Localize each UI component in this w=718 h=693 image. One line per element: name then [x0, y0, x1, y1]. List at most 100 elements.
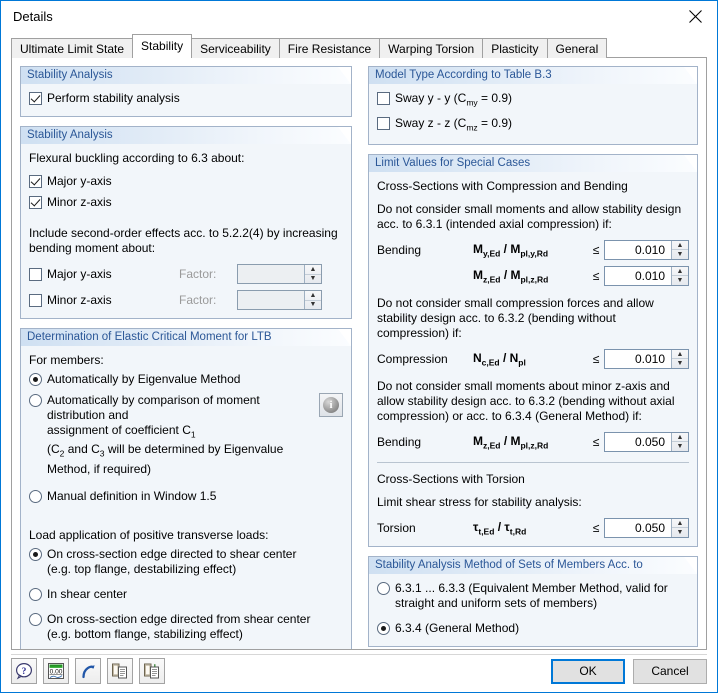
radio-general-method[interactable]: 6.3.4 (General Method) — [377, 621, 519, 636]
checkbox-sway-y-y[interactable]: Sway y - y (Cmy = 0.9) — [377, 91, 512, 110]
c2-pre: (C — [47, 442, 60, 457]
tab-fire-resistance[interactable]: Fire Resistance — [278, 38, 381, 58]
spinner-up-icon[interactable]: ▲ — [305, 291, 321, 301]
tab-general[interactable]: General — [546, 38, 608, 58]
group-body: For members: Automatically by Eigenvalue… — [21, 346, 351, 649]
ok-button[interactable]: OK — [551, 658, 625, 684]
tab-serviceability[interactable]: Serviceability — [191, 38, 280, 58]
dialog-footer: ? 0.00 OK Cancel — [1, 650, 717, 692]
close-button[interactable] — [673, 2, 717, 31]
title-bar: Details — [1, 1, 717, 31]
checkbox-major-y-axis[interactable]: Major y-axis — [29, 174, 112, 189]
checkbox-box — [377, 92, 390, 105]
checkbox-label: Sway y - y (Cmy = 0.9) — [395, 91, 512, 110]
radio-auto-eigenvalue-method[interactable]: Automatically by Eigenvalue Method — [29, 372, 240, 387]
radio-circle — [29, 394, 42, 407]
svg-text:?: ? — [22, 667, 27, 677]
checkbox-label: Perform stability analysis — [47, 91, 180, 105]
radio-label: Automatically by Eigenvalue Method — [47, 372, 241, 386]
spinner-buttons[interactable]: ▲ ▼ — [671, 518, 688, 537]
group-body: Cross-Sections with Compression and Bend… — [369, 172, 697, 546]
checkbox-second-order-minor-z[interactable]: Minor z-axis — [29, 293, 179, 308]
info-icon: i — [323, 397, 339, 413]
radio-auto-comparison-moment-distribution[interactable]: Automatically by comparison of moment di… — [29, 393, 319, 477]
spinner-up-icon[interactable]: ▲ — [672, 241, 688, 251]
input-torsion-limit[interactable] — [605, 518, 671, 537]
radio-load-on-edge-from-shear-center[interactable]: On cross-section edge directed from shea… — [29, 612, 310, 642]
input-mz-ed-limit-2[interactable] — [605, 432, 671, 451]
radio-manual-definition-window-1-5[interactable]: Manual definition in Window 1.5 — [29, 489, 216, 504]
factor-input-major-y[interactable] — [238, 265, 304, 283]
spinner-factor-major-y[interactable]: ▲ ▼ — [237, 264, 322, 284]
input-nc-ed-limit[interactable] — [605, 349, 671, 368]
window-title: Details — [13, 8, 53, 24]
spinner-up-icon[interactable]: ▲ — [672, 519, 688, 529]
spinner-down-icon[interactable]: ▼ — [305, 275, 321, 284]
radio-circle — [29, 489, 42, 503]
checkbox-sway-z-z[interactable]: Sway z - z (Cmz = 0.9) — [377, 116, 512, 135]
spinner-buttons[interactable]: ▲ ▼ — [671, 349, 688, 368]
radio-label: 6.3.4 (General Method) — [395, 620, 520, 635]
checkbox-perform-stability-analysis[interactable]: Perform stability analysis — [29, 91, 180, 106]
radio-label: In shear center — [47, 586, 128, 601]
tab-plasticity[interactable]: Plasticity — [482, 38, 548, 58]
note-small-moments-631: Do not consider small moments and allow … — [377, 201, 682, 231]
checkbox-minor-z-axis[interactable]: Minor z-axis — [29, 195, 112, 210]
note-small-compression-632: Do not consider small compression forces… — [377, 295, 654, 340]
radio-load-in-shear-center[interactable]: In shear center — [29, 587, 127, 602]
spinner-up-icon[interactable]: ▲ — [305, 265, 321, 275]
radio-label-line1: On cross-section edge directed to shear … — [47, 546, 297, 561]
spinner-my-ed-limit[interactable]: ▲ ▼ — [604, 239, 689, 260]
input-mz-ed-limit[interactable] — [605, 266, 671, 285]
units-icon: 0.00 — [48, 663, 64, 679]
spinner-buttons[interactable]: ▲ ▼ — [671, 266, 688, 285]
spinner-nc-ed-limit[interactable]: ▲ ▼ — [604, 348, 689, 369]
c1-pre: assignment of coefficient C — [47, 423, 191, 437]
cancel-button[interactable]: Cancel — [633, 658, 707, 684]
tab-stability[interactable]: Stability — [132, 34, 193, 58]
info-button[interactable]: i — [319, 393, 343, 417]
radio-label-line3: (C2 and C3 will be determined by Eigenva… — [47, 442, 284, 458]
flexural-buckling-label: Flexural buckling according to 6.3 about… — [29, 151, 245, 165]
spinner-torsion-limit[interactable]: ▲ ▼ — [604, 517, 689, 538]
spinner-down-icon[interactable]: ▼ — [672, 442, 688, 451]
c3-mid: and C — [64, 442, 100, 457]
undo-button[interactable] — [75, 658, 101, 684]
limit-row-mz-ed-2: Bending Mz,Ed / Mpl,z,Rd ≤ ▲ ▼ — [377, 431, 689, 452]
spinner-mz-ed-limit[interactable]: ▲ ▼ — [604, 265, 689, 286]
units-button[interactable]: 0.00 — [43, 658, 69, 684]
help-icon: ? — [15, 662, 33, 680]
spinner-down-icon[interactable]: ▼ — [672, 528, 688, 537]
spinner-up-icon[interactable]: ▲ — [672, 350, 688, 360]
paste-button[interactable] — [139, 658, 165, 684]
radio-equivalent-member-method[interactable]: 6.3.1 ... 6.3.3 (Equivalent Member Metho… — [377, 581, 668, 611]
group-model-type: Model Type According to Table B.3 Sway y… — [368, 66, 698, 145]
load-application-label: Load application of positive transverse … — [29, 527, 269, 542]
spinner-down-icon[interactable]: ▼ — [672, 250, 688, 259]
radio-load-on-edge-to-shear-center[interactable]: On cross-section edge directed to shear … — [29, 547, 296, 577]
spinner-down-icon[interactable]: ▼ — [672, 359, 688, 368]
radio-label-block: 6.3.1 ... 6.3.3 (Equivalent Member Metho… — [395, 581, 668, 611]
spinner-buttons[interactable]: ▲ ▼ — [671, 432, 688, 451]
spinner-buttons[interactable]: ▲ ▼ — [304, 291, 321, 309]
spinner-factor-minor-z[interactable]: ▲ ▼ — [237, 290, 322, 310]
spinner-buttons[interactable]: ▲ ▼ — [671, 240, 688, 259]
spinner-down-icon[interactable]: ▼ — [305, 301, 321, 310]
spinner-up-icon[interactable]: ▲ — [672, 267, 688, 277]
c3-post: will be determined by Eigenvalue — [104, 442, 284, 457]
checkbox-second-order-major-y[interactable]: Major y-axis — [29, 267, 179, 282]
spinner-up-icon[interactable]: ▲ — [672, 433, 688, 443]
tab-warping-torsion[interactable]: Warping Torsion — [379, 38, 484, 58]
help-button[interactable]: ? — [11, 658, 37, 684]
formula-mz-ed-2: Mz,Ed / Mpl,z,Rd — [473, 433, 549, 450]
tab-ultimate-limit-state[interactable]: Ultimate Limit State — [11, 38, 134, 58]
right-column: Model Type According to Table B.3 Sway y… — [360, 66, 706, 649]
spinner-mz-ed-limit-2[interactable]: ▲ ▼ — [604, 431, 689, 452]
factor-input-minor-z[interactable] — [238, 291, 304, 309]
spinner-down-icon[interactable]: ▼ — [672, 276, 688, 285]
spinner-buttons[interactable]: ▲ ▼ — [304, 265, 321, 283]
input-my-ed-limit[interactable] — [605, 240, 671, 259]
sway-z-pre: Sway z - z (C — [395, 116, 467, 131]
copy-button[interactable] — [107, 658, 133, 684]
radio-label: Manual definition in Window 1.5 — [47, 488, 217, 503]
